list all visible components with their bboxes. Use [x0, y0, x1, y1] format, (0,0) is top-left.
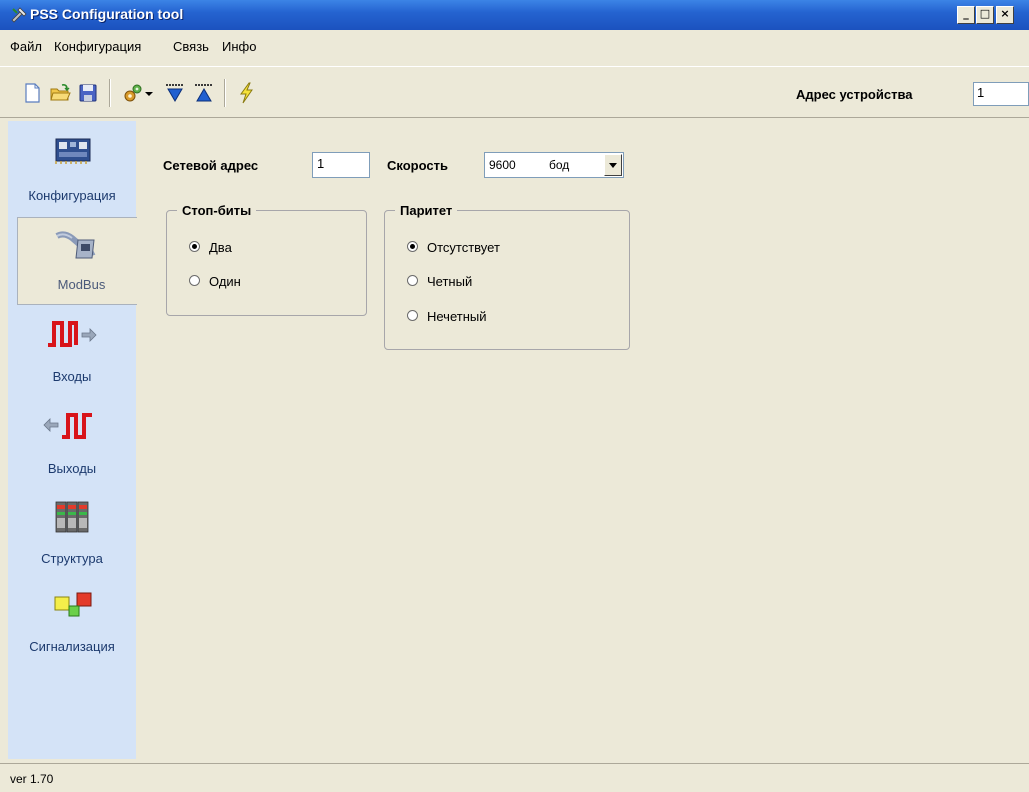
title-bar: PSS Configuration tool _ □ ×	[0, 0, 1029, 30]
stopbits-title: Стоп-биты	[177, 203, 257, 218]
version-label: ver 1.70	[10, 772, 54, 786]
radio-label: Два	[209, 240, 232, 255]
speed-unit: бод	[549, 158, 570, 172]
radio-label: Один	[209, 274, 241, 289]
network-address-label: Сетевой адрес	[163, 158, 259, 173]
sidebar-item-label: Выходы	[47, 461, 97, 476]
menu-connection[interactable]: Связь	[173, 39, 209, 54]
input-signal-icon	[48, 321, 97, 347]
sidebar-item-inputs[interactable]: Входы	[8, 309, 136, 397]
speed-value: 9600	[489, 158, 516, 172]
radio-label: Отсутствует	[427, 240, 500, 255]
radio-label: Четный	[427, 274, 473, 289]
window-title: PSS Configuration tool	[30, 6, 184, 22]
stopbits-group: Стоп-биты Два Один	[166, 203, 367, 316]
device-address-label: Адрес устройства	[796, 87, 913, 102]
save-icon[interactable]	[76, 81, 100, 105]
maximize-button[interactable]: □	[976, 6, 994, 24]
menu-info[interactable]: Инфо	[222, 39, 256, 54]
sidebar-item-label: ModBus	[57, 277, 106, 292]
open-folder-icon[interactable]	[48, 81, 72, 105]
menu-configuration[interactable]: Конфигурация	[54, 39, 141, 54]
output-signal-icon	[43, 413, 92, 439]
radio-icon	[189, 275, 200, 286]
toolbar: Адрес устройства 1	[0, 66, 1029, 118]
toolbar-separator	[109, 79, 111, 107]
radio-label: Нечетный	[427, 309, 487, 324]
new-file-icon[interactable]	[20, 81, 44, 105]
speed-label: Скорость	[387, 158, 448, 173]
app-icon	[11, 7, 27, 23]
gear-dropdown-icon[interactable]	[122, 81, 146, 105]
sidebar-item-label: Сигнализация	[29, 639, 115, 654]
sidebar-item-structure[interactable]: Структура	[8, 491, 136, 579]
network-address-input[interactable]: 1	[312, 152, 370, 178]
chevron-down-icon[interactable]	[144, 81, 154, 105]
device-address-input[interactable]: 1	[973, 82, 1029, 106]
radio-icon	[407, 310, 418, 321]
board-icon	[55, 138, 91, 164]
radio-icon	[407, 275, 418, 286]
speed-select[interactable]: 9600 бод	[484, 152, 624, 178]
toolbar-separator	[224, 79, 226, 107]
lightning-icon[interactable]	[234, 81, 258, 105]
close-button[interactable]: ×	[996, 6, 1014, 24]
radio-selected-icon	[407, 241, 418, 252]
sidebar-item-label: Конфигурация	[28, 188, 116, 203]
modbus-settings-panel: Сетевой адрес 1 Скорость 9600 бод Стоп-б…	[137, 121, 1029, 759]
alarm-icon	[54, 592, 92, 617]
sidebar-item-label: Структура	[41, 551, 103, 566]
connector-icon	[55, 231, 96, 259]
minimize-button[interactable]: _	[957, 6, 975, 24]
chevron-down-icon[interactable]	[604, 154, 622, 176]
sidebar-item-alarm[interactable]: Сигнализация	[8, 581, 136, 669]
structure-icon	[55, 501, 89, 533]
sidebar-item-outputs[interactable]: Выходы	[8, 401, 136, 489]
sidebar-item-modbus[interactable]: ModBus	[17, 217, 145, 305]
sidebar: Конфигурация ModBus Входы Выходы Структу…	[8, 121, 145, 759]
radio-selected-icon	[189, 241, 200, 252]
download-icon[interactable]	[163, 81, 187, 105]
sidebar-item-label: Входы	[52, 369, 92, 384]
upload-icon[interactable]	[192, 81, 216, 105]
sidebar-item-configuration[interactable]: Конфигурация	[8, 121, 136, 211]
parity-group: Паритет Отсутствует Четный Нечетный	[384, 203, 630, 350]
parity-title: Паритет	[395, 203, 458, 218]
menu-bar: Файл Конфигурация Связь Инфо	[0, 30, 1029, 62]
menu-file[interactable]: Файл	[10, 39, 42, 54]
status-bar: ver 1.70	[0, 763, 1029, 792]
